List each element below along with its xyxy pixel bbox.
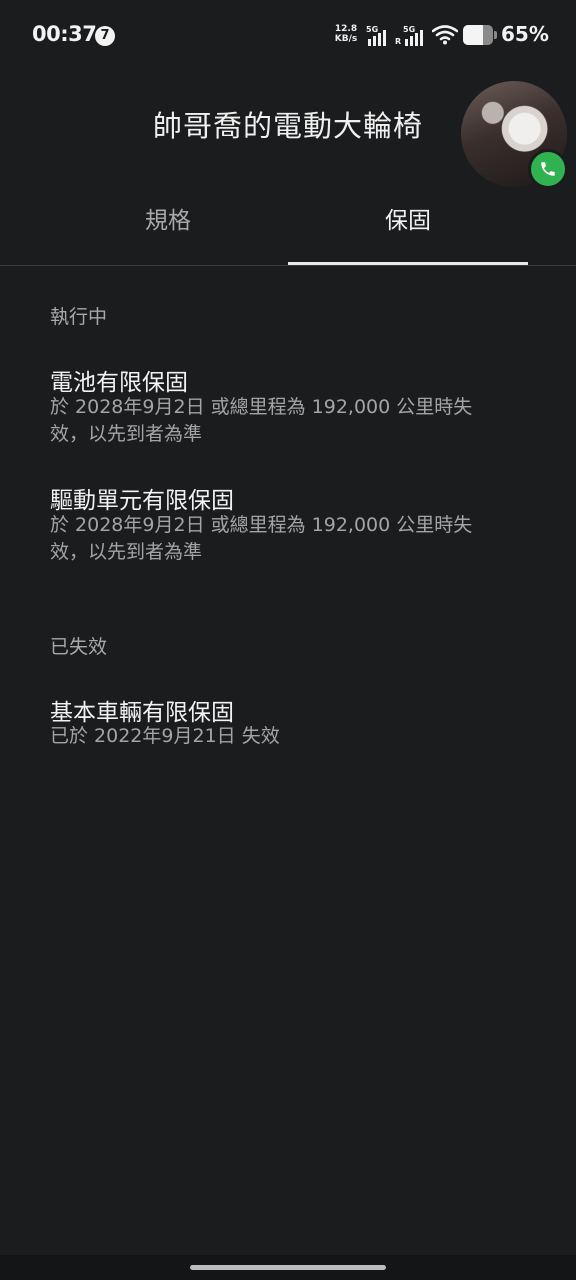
tab-bar: 規格 保固 <box>0 190 576 266</box>
home-indicator[interactable] <box>190 1265 386 1270</box>
section-label-expired: 已失效 <box>50 636 108 658</box>
call-button[interactable] <box>528 149 568 189</box>
status-bar: 00:37 7 12.8 KB/s 5G 5G R 65% <box>0 0 576 72</box>
clock: 00:37 <box>32 22 97 46</box>
notification-count-badge: 7 <box>95 26 115 46</box>
battery-icon <box>463 25 493 45</box>
warranty-description: 於 2028年9月2日 或總里程為 192,000 公里時失 效，以先到者為準 <box>50 394 510 448</box>
warranty-title: 驅動單元有限保固 <box>50 488 234 514</box>
tab-specs[interactable]: 規格 <box>48 190 288 264</box>
call-icon <box>541 162 555 176</box>
network-speed: 12.8 KB/s <box>333 24 359 44</box>
warranty-title: 基本車輛有限保固 <box>50 700 234 726</box>
roaming-indicator: R <box>395 37 402 46</box>
tab-divider <box>0 265 576 266</box>
battery-percent: 65% <box>501 22 549 46</box>
network-speed-unit: KB/s <box>334 34 358 44</box>
warranty-title: 電池有限保固 <box>50 370 188 396</box>
warranty-description: 已於 2022年9月21日 失效 <box>50 723 510 750</box>
warranty-description-line: 已於 2022年9月21日 失效 <box>50 725 280 747</box>
battery-level-fill <box>463 25 483 45</box>
tab-warranty[interactable]: 保固 <box>288 190 528 264</box>
warranty-description: 於 2028年9月2日 或總里程為 192,000 公里時失 效，以先到者為準 <box>50 512 510 566</box>
warranty-description-line: 於 2028年9月2日 或總里程為 192,000 公里時失 <box>50 396 473 418</box>
section-label-active: 執行中 <box>50 306 108 328</box>
network-speed-value: 12.8 <box>334 24 358 34</box>
warranty-description-line: 效，以先到者為準 <box>50 423 203 445</box>
wifi-icon <box>432 25 458 45</box>
battery-terminal <box>494 31 497 39</box>
warranty-description-line: 於 2028年9月2日 或總里程為 192,000 公里時失 <box>50 514 473 536</box>
warranty-description-line: 效，以先到者為準 <box>50 541 203 563</box>
